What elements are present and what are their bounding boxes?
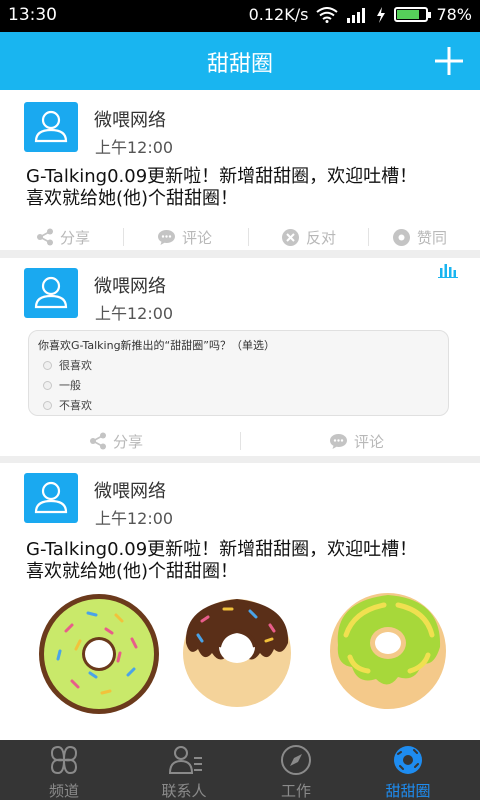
donut-image[interactable] bbox=[36, 591, 162, 717]
tab-work[interactable]: 工作 bbox=[236, 740, 356, 800]
contacts-icon bbox=[168, 746, 202, 774]
post-card[interactable]: 微喂网络 上午12:00 G-Talking0.09更新啦！新增甜甜圈，欢迎吐槽… bbox=[0, 463, 480, 740]
wifi-icon bbox=[316, 6, 339, 23]
post-actions: 分享 评论 反对 赞同 bbox=[0, 222, 480, 252]
charging-icon bbox=[377, 6, 386, 23]
comment-label: 评论 bbox=[182, 228, 213, 247]
poll: 你喜欢G-Talking新推出的“甜甜圈”吗？（单选） 很喜欢 一般 不喜欢 bbox=[28, 330, 449, 416]
bottom-tab-bar: 频道 联系人 工作 甜甜圈 bbox=[0, 740, 480, 800]
post-text-line: 喜欢就给她(他)个甜甜圈！ bbox=[26, 188, 239, 209]
comment-icon bbox=[158, 229, 175, 245]
title-bar: 甜甜圈 bbox=[0, 32, 480, 90]
post-text-line: G-Talking0.09更新啦！新增甜甜圈，欢迎吐槽！ bbox=[26, 166, 418, 187]
tab-donut[interactable]: 甜甜圈 bbox=[348, 740, 468, 800]
radio-button[interactable] bbox=[43, 360, 52, 370]
post-card[interactable]: 微喂网络 上午12:00 你喜欢G-Talking新推出的“甜甜圈”吗？（单选）… bbox=[0, 258, 480, 456]
tab-channel[interactable]: 频道 bbox=[4, 740, 124, 800]
post-actions: 分享 评论 bbox=[0, 426, 480, 456]
author-name[interactable]: 微喂网络 bbox=[94, 106, 166, 132]
donut-icon bbox=[393, 228, 410, 246]
author-name[interactable]: 微喂网络 bbox=[94, 272, 166, 298]
tab-label: 甜甜圈 bbox=[385, 782, 431, 800]
share-label: 分享 bbox=[113, 432, 144, 451]
comment-icon bbox=[330, 433, 347, 449]
user-icon bbox=[34, 276, 68, 309]
channel-icon bbox=[50, 745, 78, 775]
agree-label: 赞同 bbox=[417, 228, 448, 247]
feed: 微喂网络 上午12:00 G-Talking0.09更新啦！新增甜甜圈，欢迎吐槽… bbox=[0, 90, 480, 740]
battery-icon bbox=[394, 7, 432, 22]
comment-button[interactable]: 评论 bbox=[157, 222, 212, 252]
poll-option-label: 很喜欢 bbox=[59, 359, 92, 372]
tab-label: 联系人 bbox=[161, 782, 207, 800]
battery-percent: 78% bbox=[436, 5, 472, 24]
page-title: 甜甜圈 bbox=[206, 52, 273, 77]
oppose-button[interactable]: 反对 bbox=[281, 222, 336, 252]
signal-icon bbox=[347, 7, 366, 23]
add-icon[interactable] bbox=[432, 44, 466, 78]
agree-button[interactable]: 赞同 bbox=[392, 222, 447, 252]
poll-option[interactable]: 一般 bbox=[43, 377, 81, 393]
poll-option-label: 不喜欢 bbox=[59, 399, 92, 412]
compass-icon bbox=[281, 745, 311, 775]
status-time: 13:30 bbox=[8, 5, 57, 25]
tab-label: 工作 bbox=[280, 782, 311, 800]
tab-contacts[interactable]: 联系人 bbox=[124, 740, 244, 800]
user-icon bbox=[34, 110, 68, 143]
comment-label: 评论 bbox=[354, 432, 385, 451]
share-icon bbox=[37, 228, 53, 246]
network-speed: 0.12K/s bbox=[248, 5, 309, 24]
share-label: 分享 bbox=[60, 228, 91, 247]
avatar[interactable] bbox=[24, 268, 78, 318]
user-icon bbox=[34, 481, 68, 514]
radio-button[interactable] bbox=[43, 400, 52, 410]
poll-question: 你喜欢G-Talking新推出的“甜甜圈”吗？（单选） bbox=[38, 339, 275, 352]
post-time: 上午12:00 bbox=[95, 509, 174, 528]
share-button[interactable]: 分享 bbox=[36, 222, 90, 252]
radio-button[interactable] bbox=[43, 380, 52, 390]
tab-label: 频道 bbox=[48, 782, 79, 800]
post-text: G-Talking0.09更新啦！新增甜甜圈，欢迎吐槽！ 喜欢就给她(他)个甜甜… bbox=[26, 539, 466, 583]
share-button[interactable]: 分享 bbox=[89, 426, 143, 456]
share-icon bbox=[90, 432, 106, 450]
donut-icon bbox=[394, 746, 422, 774]
author-name[interactable]: 微喂网络 bbox=[94, 477, 166, 503]
poll-option[interactable]: 不喜欢 bbox=[43, 397, 92, 413]
donut-image[interactable] bbox=[178, 591, 296, 709]
poll-option[interactable]: 很喜欢 bbox=[43, 357, 92, 373]
post-card[interactable]: 微喂网络 上午12:00 G-Talking0.09更新啦！新增甜甜圈，欢迎吐槽… bbox=[0, 90, 480, 250]
avatar[interactable] bbox=[24, 102, 78, 152]
post-text: G-Talking0.09更新啦！新增甜甜圈，欢迎吐槽！ 喜欢就给她(他)个甜甜… bbox=[26, 166, 466, 210]
post-text-line: G-Talking0.09更新啦！新增甜甜圈，欢迎吐槽！ bbox=[26, 539, 418, 560]
post-time: 上午12:00 bbox=[95, 304, 174, 323]
post-time: 上午12:00 bbox=[95, 138, 174, 157]
comment-button[interactable]: 评论 bbox=[329, 426, 384, 456]
poll-option-label: 一般 bbox=[59, 379, 81, 392]
oppose-label: 反对 bbox=[306, 228, 337, 247]
oppose-icon bbox=[282, 228, 299, 246]
avatar[interactable] bbox=[24, 473, 78, 523]
donut-image[interactable] bbox=[324, 587, 452, 711]
post-text-line: 喜欢就给她(他)个甜甜圈！ bbox=[26, 561, 239, 582]
status-bar: 13:30 0.12K/s 78% bbox=[0, 0, 480, 32]
bar-chart-icon[interactable] bbox=[438, 262, 458, 278]
